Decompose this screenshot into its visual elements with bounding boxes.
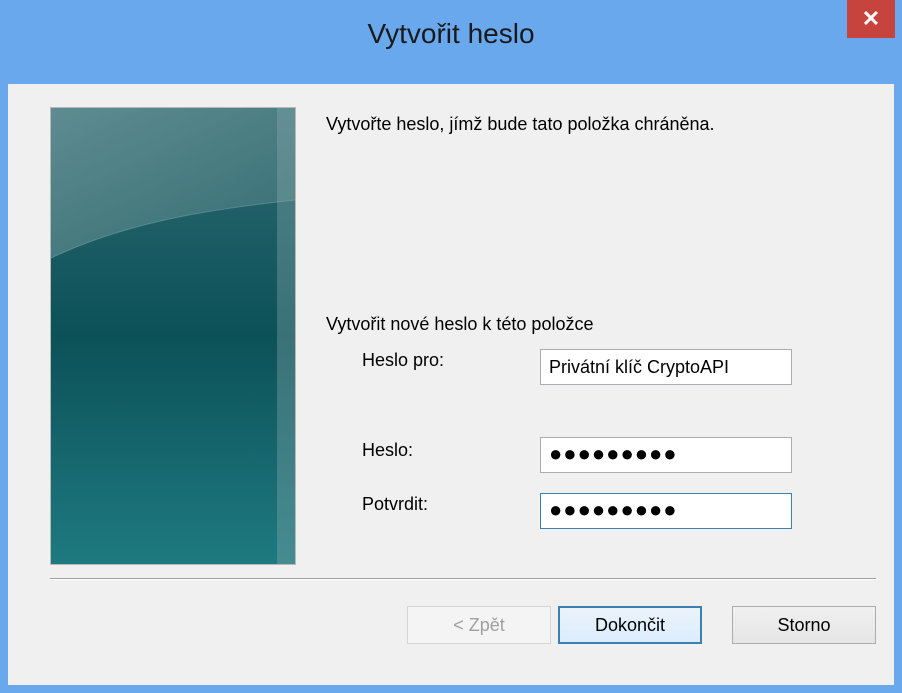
close-icon: ✕ [861, 6, 881, 31]
password-for-label: Heslo pro: [362, 350, 445, 370]
divider [50, 578, 876, 580]
confirm-password-mask: ●●●●●●●●● [549, 497, 678, 522]
password-label: Heslo: [362, 440, 414, 460]
wizard-side-graphic [51, 108, 295, 564]
intro-text: Vytvořte heslo, jímž bude tato položka c… [326, 114, 715, 134]
finish-button[interactable]: Dokončit [558, 606, 702, 644]
password-mask: ●●●●●●●●● [549, 441, 678, 466]
password-for-field[interactable]: Privátní klíč CryptoAPI [540, 349, 792, 385]
back-button[interactable]: < Zpět [407, 606, 551, 644]
confirm-password-input[interactable]: ●●●●●●●●● [540, 493, 792, 529]
confirm-password-label: Potvrdit: [362, 494, 429, 514]
dialog-window: Vytvořit heslo ✕ Vytvořte heslo, jímž bu… [0, 0, 902, 693]
cancel-button[interactable]: Storno [732, 606, 876, 644]
password-input[interactable]: ●●●●●●●●● [540, 437, 792, 473]
wizard-side-image [50, 107, 296, 565]
close-button[interactable]: ✕ [847, 0, 895, 38]
window-title: Vytvořit heslo [367, 18, 535, 49]
group-label: Vytvořit nové heslo k této položce [326, 314, 594, 334]
dialog-body: Vytvořte heslo, jímž bude tato položka c… [8, 84, 894, 685]
title-bar[interactable]: Vytvořit heslo ✕ [0, 0, 902, 84]
